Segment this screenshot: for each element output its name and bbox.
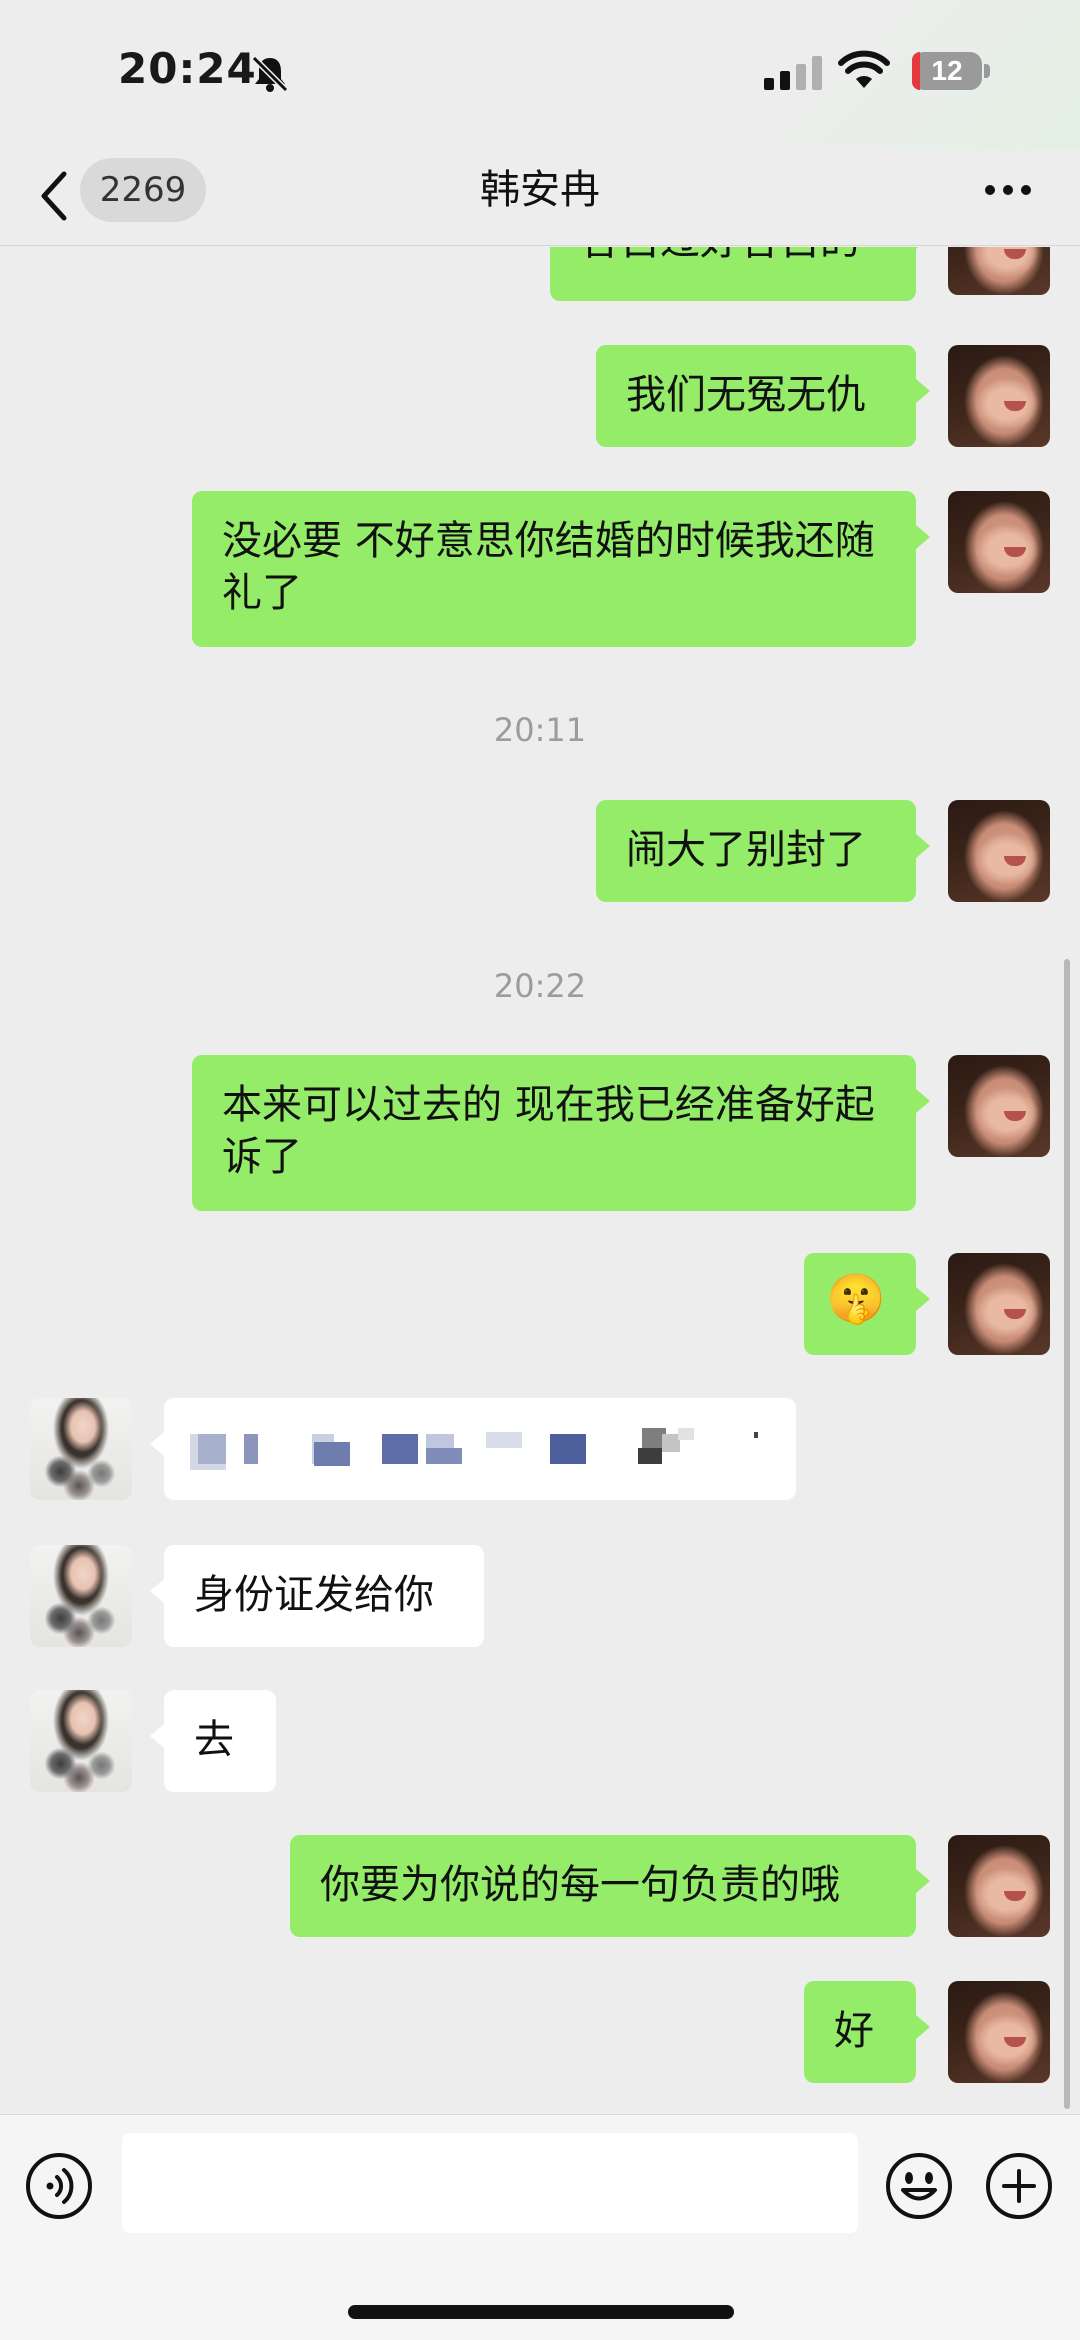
message-bubble[interactable]: 各自过好各自的	[550, 247, 930, 301]
contact-avatar[interactable]	[30, 1398, 132, 1500]
battery-nub	[984, 64, 990, 78]
more-options-icon[interactable]	[984, 182, 1032, 198]
battery-indicator: 12	[912, 52, 982, 90]
message-bubble[interactable]: 没必要 不好意思你结婚的时候我还随礼了	[192, 491, 930, 647]
message-timestamp: 20:11	[493, 711, 587, 749]
pixelated-block	[314, 1442, 350, 1466]
pixelated-block	[198, 1434, 226, 1464]
signal-icon	[764, 56, 822, 90]
input-bar	[0, 2114, 1080, 2340]
message-timestamp: 20:22	[493, 967, 587, 1005]
message-text: 我们无冤无仇	[626, 372, 866, 418]
message-bubble[interactable]: 去	[150, 1690, 276, 1792]
message-text: 去	[194, 1717, 234, 1763]
my-avatar[interactable]	[948, 345, 1050, 447]
pixelated-block	[550, 1434, 586, 1464]
pixelated-block	[426, 1434, 454, 1448]
pixelated-block	[486, 1432, 522, 1448]
my-avatar[interactable]	[948, 1981, 1050, 2083]
message-text: 各自过好各自的	[580, 247, 860, 264]
pixelated-block	[426, 1448, 462, 1464]
pixelated-block	[382, 1434, 418, 1464]
voice-icon[interactable]	[24, 2151, 94, 2221]
message-text: 身份证发给你	[194, 1572, 434, 1618]
message-text: 你要为你说的每一句负责的哦	[320, 1862, 840, 1908]
my-avatar[interactable]	[948, 1055, 1050, 1157]
plus-icon[interactable]	[984, 2151, 1054, 2221]
my-avatar[interactable]	[948, 1253, 1050, 1355]
message-text: 本来可以过去的 现在我已经准备好起诉了	[222, 1082, 875, 1180]
message-bubble[interactable]: 你要为你说的每一句负责的哦	[290, 1835, 930, 1937]
wifi-icon	[838, 50, 890, 88]
message-bubble[interactable]: 身份证发给你	[150, 1545, 484, 1647]
pixelated-block	[678, 1428, 694, 1440]
emoji-message-bubble[interactable]: 🤫	[804, 1253, 930, 1355]
chat-header: 2269 韩安冉	[0, 150, 1080, 246]
my-avatar[interactable]	[948, 1835, 1050, 1937]
message-text: 闹大了别封了	[626, 827, 866, 873]
home-indicator[interactable]	[348, 2305, 734, 2319]
my-avatar[interactable]	[948, 247, 1050, 295]
contact-avatar[interactable]	[30, 1545, 132, 1647]
pixelated-block	[244, 1434, 258, 1464]
my-avatar[interactable]	[948, 491, 1050, 593]
message-bubble[interactable]: 我们无冤无仇	[596, 345, 930, 447]
status-bar: 20:24 12	[0, 0, 1080, 150]
pixelated-block	[638, 1448, 662, 1464]
message-list[interactable]: 各自过好各自的 我们无冤无仇 没必要 不好意思你结婚的时候我还随礼了 20:11…	[0, 247, 1080, 2113]
shushing-face-emoji: 🤫	[826, 1271, 886, 1327]
message-bubble[interactable]: 本来可以过去的 现在我已经准备好起诉了	[192, 1055, 930, 1211]
emoji-icon[interactable]	[884, 2151, 954, 2221]
pixelated-message-bubble[interactable]	[150, 1398, 796, 1500]
my-avatar[interactable]	[948, 800, 1050, 902]
message-bubble[interactable]: 闹大了别封了	[596, 800, 930, 902]
message-text: 没必要 不好意思你结婚的时候我还随礼了	[222, 518, 875, 616]
chat-title: 韩安冉	[480, 167, 600, 213]
bell-muted-icon	[251, 55, 289, 93]
pixelated-block	[754, 1432, 758, 1438]
back-chevron-icon[interactable]	[36, 168, 70, 224]
scrollbar[interactable]	[1064, 959, 1070, 2109]
message-bubble[interactable]: 好	[804, 1981, 930, 2083]
contact-avatar[interactable]	[30, 1690, 132, 1792]
unread-count-badge[interactable]: 2269	[80, 158, 206, 222]
status-time: 20:24	[118, 44, 257, 93]
message-text: 好	[834, 2008, 874, 2054]
message-input[interactable]	[122, 2133, 858, 2233]
